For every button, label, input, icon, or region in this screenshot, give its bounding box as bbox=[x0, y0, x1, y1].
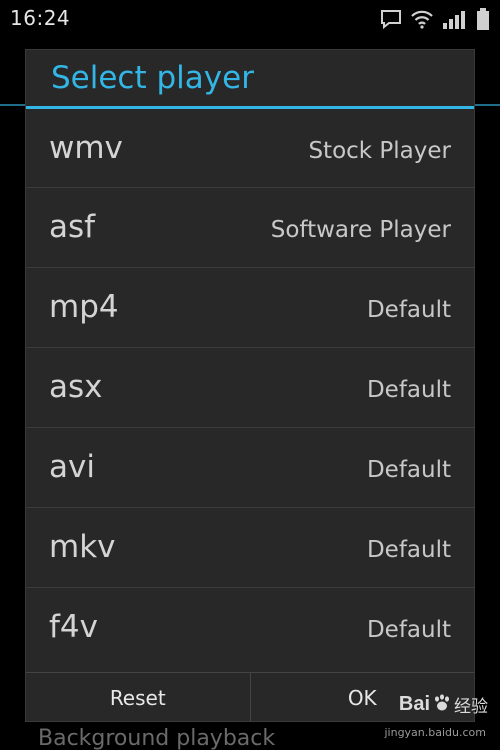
baidu-watermark: Bai 经验 bbox=[399, 692, 488, 717]
player-value: Default bbox=[366, 617, 451, 643]
format-label: avi bbox=[49, 449, 95, 485]
signal-icon bbox=[442, 9, 468, 29]
format-label: f4v bbox=[49, 609, 98, 645]
player-value: Software Player bbox=[270, 217, 451, 243]
battery-icon bbox=[476, 8, 490, 30]
paw-icon bbox=[432, 693, 452, 717]
format-label: wmv bbox=[49, 130, 123, 166]
background-setting-label: Background playback bbox=[38, 726, 276, 750]
list-item-mp4[interactable]: mp4 Default bbox=[26, 268, 474, 348]
reset-button[interactable]: Reset bbox=[26, 673, 250, 722]
watermark-text: 经验 bbox=[454, 697, 488, 717]
wifi-icon bbox=[410, 9, 434, 29]
chat-icon bbox=[380, 9, 402, 29]
dialog-title-bar: Select player bbox=[26, 50, 474, 106]
status-bar: 16:24 bbox=[0, 0, 500, 36]
format-label: mp4 bbox=[49, 289, 119, 325]
list-item-mkv[interactable]: mkv Default bbox=[26, 508, 474, 588]
watermark-url: jingyan.baidu.com bbox=[384, 726, 486, 739]
baidu-logo: Bai bbox=[398, 693, 430, 715]
format-label: mkv bbox=[49, 529, 116, 565]
format-label: asx bbox=[49, 369, 103, 405]
player-value: Stock Player bbox=[308, 138, 451, 164]
player-value: Default bbox=[366, 297, 451, 323]
player-value: Default bbox=[366, 377, 451, 403]
player-list: wmv Stock Player asf Software Player mp4… bbox=[26, 109, 474, 668]
status-icons bbox=[380, 8, 490, 30]
player-value: Default bbox=[366, 457, 451, 483]
list-item-wmv[interactable]: wmv Stock Player bbox=[26, 109, 474, 188]
player-value: Default bbox=[366, 537, 451, 563]
list-item-asx[interactable]: asx Default bbox=[26, 348, 474, 428]
dialog-title: Select player bbox=[51, 60, 254, 96]
list-item-f4v[interactable]: f4v Default bbox=[26, 588, 474, 668]
status-time: 16:24 bbox=[10, 6, 71, 30]
list-item-avi[interactable]: avi Default bbox=[26, 428, 474, 508]
select-player-dialog: Select player wmv Stock Player asf Softw… bbox=[25, 49, 475, 722]
format-label: asf bbox=[49, 209, 96, 245]
list-item-asf[interactable]: asf Software Player bbox=[26, 188, 474, 268]
